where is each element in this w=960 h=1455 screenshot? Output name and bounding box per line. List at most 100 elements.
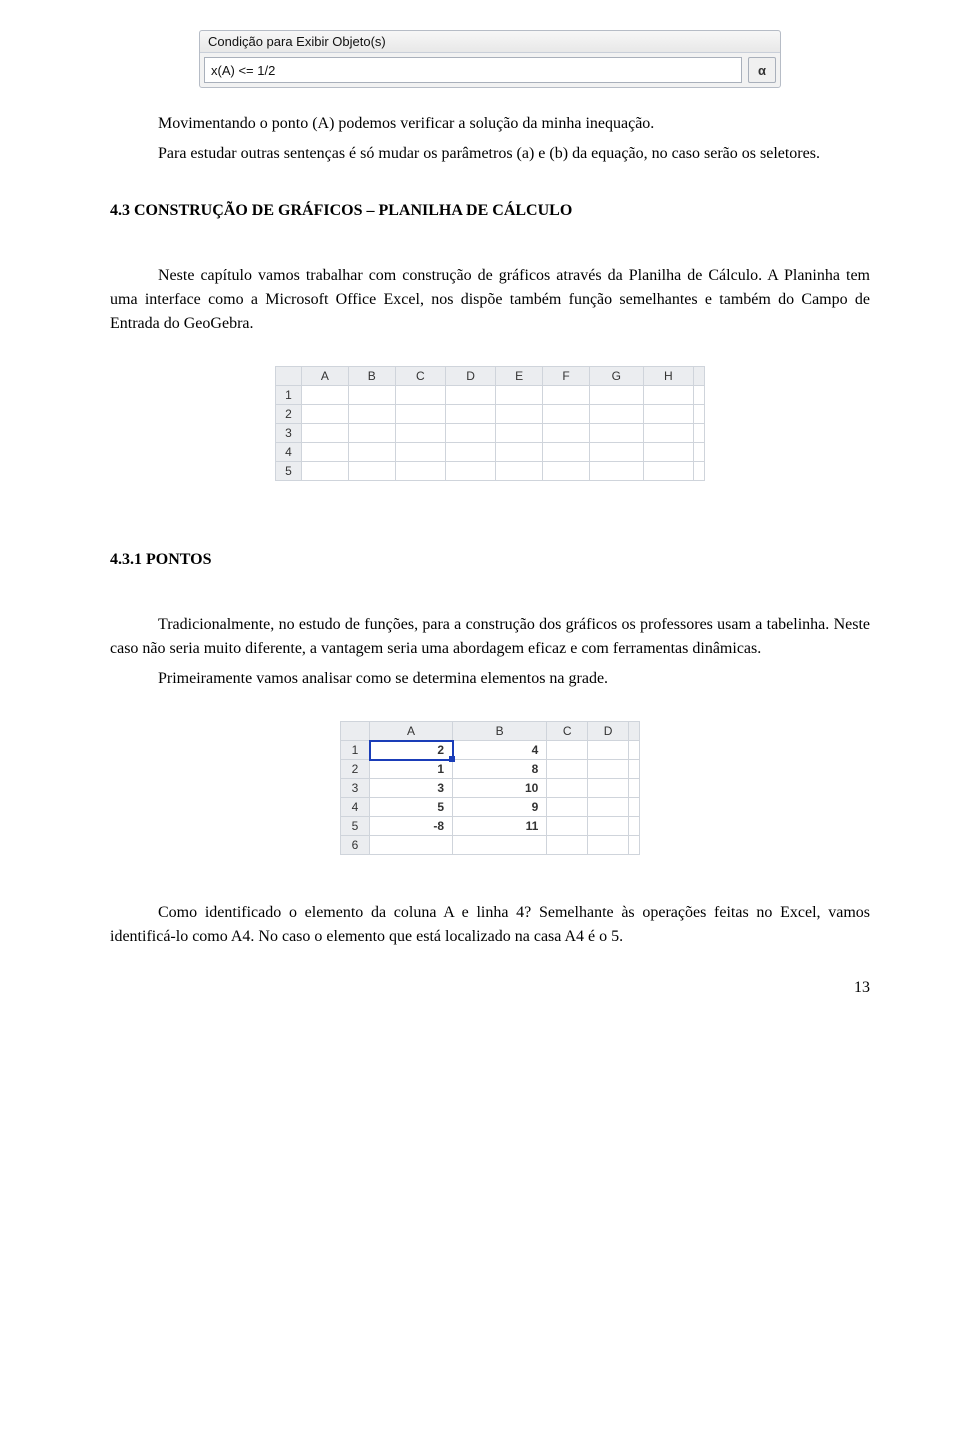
- cell[interactable]: [496, 462, 543, 481]
- col-header[interactable]: F: [543, 367, 590, 386]
- cell[interactable]: [496, 405, 543, 424]
- cell[interactable]: [643, 462, 693, 481]
- cell[interactable]: [543, 405, 590, 424]
- cell[interactable]: [348, 443, 395, 462]
- cell[interactable]: 4: [453, 741, 547, 760]
- cell[interactable]: [302, 443, 349, 462]
- cell[interactable]: [589, 424, 643, 443]
- cell[interactable]: [496, 386, 543, 405]
- cell[interactable]: [395, 405, 445, 424]
- paragraph-2: Neste capítulo vamos trabalhar com const…: [110, 264, 870, 336]
- cell[interactable]: [496, 424, 543, 443]
- cell[interactable]: [547, 741, 588, 760]
- row-header[interactable]: 1: [276, 386, 302, 405]
- cell[interactable]: [395, 386, 445, 405]
- row-header[interactable]: 5: [276, 462, 302, 481]
- cell[interactable]: [589, 462, 643, 481]
- col-header[interactable]: H: [643, 367, 693, 386]
- cell[interactable]: [395, 424, 445, 443]
- cell[interactable]: [445, 443, 495, 462]
- cell[interactable]: [588, 798, 629, 817]
- cell-partial: [629, 836, 640, 855]
- cell[interactable]: [547, 798, 588, 817]
- cell[interactable]: [395, 443, 445, 462]
- cell[interactable]: [496, 443, 543, 462]
- cell[interactable]: 9: [453, 798, 547, 817]
- cell[interactable]: [589, 386, 643, 405]
- col-header[interactable]: B: [348, 367, 395, 386]
- cell[interactable]: [589, 443, 643, 462]
- cell[interactable]: [543, 462, 590, 481]
- cell[interactable]: 2: [370, 741, 453, 760]
- cell[interactable]: [547, 779, 588, 798]
- alpha-button[interactable]: α: [748, 57, 776, 83]
- cell[interactable]: [370, 836, 453, 855]
- cell[interactable]: [453, 836, 547, 855]
- cell[interactable]: [589, 405, 643, 424]
- cell[interactable]: [543, 424, 590, 443]
- col-header[interactable]: D: [445, 367, 495, 386]
- cell[interactable]: [348, 386, 395, 405]
- cell[interactable]: [445, 424, 495, 443]
- cell[interactable]: [445, 386, 495, 405]
- col-header-partial: [629, 722, 640, 741]
- row-header[interactable]: 6: [341, 836, 370, 855]
- cell[interactable]: [588, 836, 629, 855]
- cell[interactable]: 8: [453, 760, 547, 779]
- cell[interactable]: [302, 405, 349, 424]
- cell[interactable]: [348, 424, 395, 443]
- cell[interactable]: [395, 462, 445, 481]
- cell[interactable]: [643, 405, 693, 424]
- dialog-title: Condição para Exibir Objeto(s): [200, 31, 780, 53]
- col-header[interactable]: C: [547, 722, 588, 741]
- cell[interactable]: [543, 443, 590, 462]
- cell[interactable]: [543, 386, 590, 405]
- cell[interactable]: 3: [370, 779, 453, 798]
- col-header[interactable]: C: [395, 367, 445, 386]
- row-header[interactable]: 2: [276, 405, 302, 424]
- row-header[interactable]: 2: [341, 760, 370, 779]
- cell[interactable]: 1: [370, 760, 453, 779]
- row-header[interactable]: 1: [341, 741, 370, 760]
- cell[interactable]: [588, 760, 629, 779]
- cell[interactable]: [588, 779, 629, 798]
- cell-partial: [629, 779, 640, 798]
- cell[interactable]: [302, 424, 349, 443]
- cell[interactable]: [445, 405, 495, 424]
- col-header[interactable]: D: [588, 722, 629, 741]
- cell[interactable]: 10: [453, 779, 547, 798]
- cell[interactable]: -8: [370, 817, 453, 836]
- row-header[interactable]: 5: [341, 817, 370, 836]
- row-header[interactable]: 4: [341, 798, 370, 817]
- col-header[interactable]: A: [302, 367, 349, 386]
- col-header[interactable]: E: [496, 367, 543, 386]
- cell[interactable]: [302, 386, 349, 405]
- row-header[interactable]: 3: [341, 779, 370, 798]
- cell[interactable]: [643, 386, 693, 405]
- cell[interactable]: [588, 741, 629, 760]
- col-header[interactable]: G: [589, 367, 643, 386]
- condition-input[interactable]: [204, 57, 742, 83]
- cell[interactable]: 11: [453, 817, 547, 836]
- cell[interactable]: [547, 836, 588, 855]
- cell[interactable]: [348, 405, 395, 424]
- row-header[interactable]: 3: [276, 424, 302, 443]
- row-header[interactable]: 4: [276, 443, 302, 462]
- cell-partial: [694, 462, 705, 481]
- page-number: 13: [110, 979, 870, 997]
- cell[interactable]: [547, 760, 588, 779]
- cell[interactable]: 5: [370, 798, 453, 817]
- cell[interactable]: [348, 462, 395, 481]
- cell[interactable]: [643, 424, 693, 443]
- cell-partial: [694, 405, 705, 424]
- cell[interactable]: [302, 462, 349, 481]
- spreadsheet-empty: ABCDEFGH 12345: [275, 366, 705, 481]
- cell[interactable]: [643, 443, 693, 462]
- cell[interactable]: [445, 462, 495, 481]
- col-header[interactable]: A: [370, 722, 453, 741]
- cell[interactable]: [588, 817, 629, 836]
- spreadsheet-data: ABCD12421833104595-8116: [340, 721, 640, 855]
- col-header[interactable]: B: [453, 722, 547, 741]
- cell[interactable]: [547, 817, 588, 836]
- cell-partial: [694, 424, 705, 443]
